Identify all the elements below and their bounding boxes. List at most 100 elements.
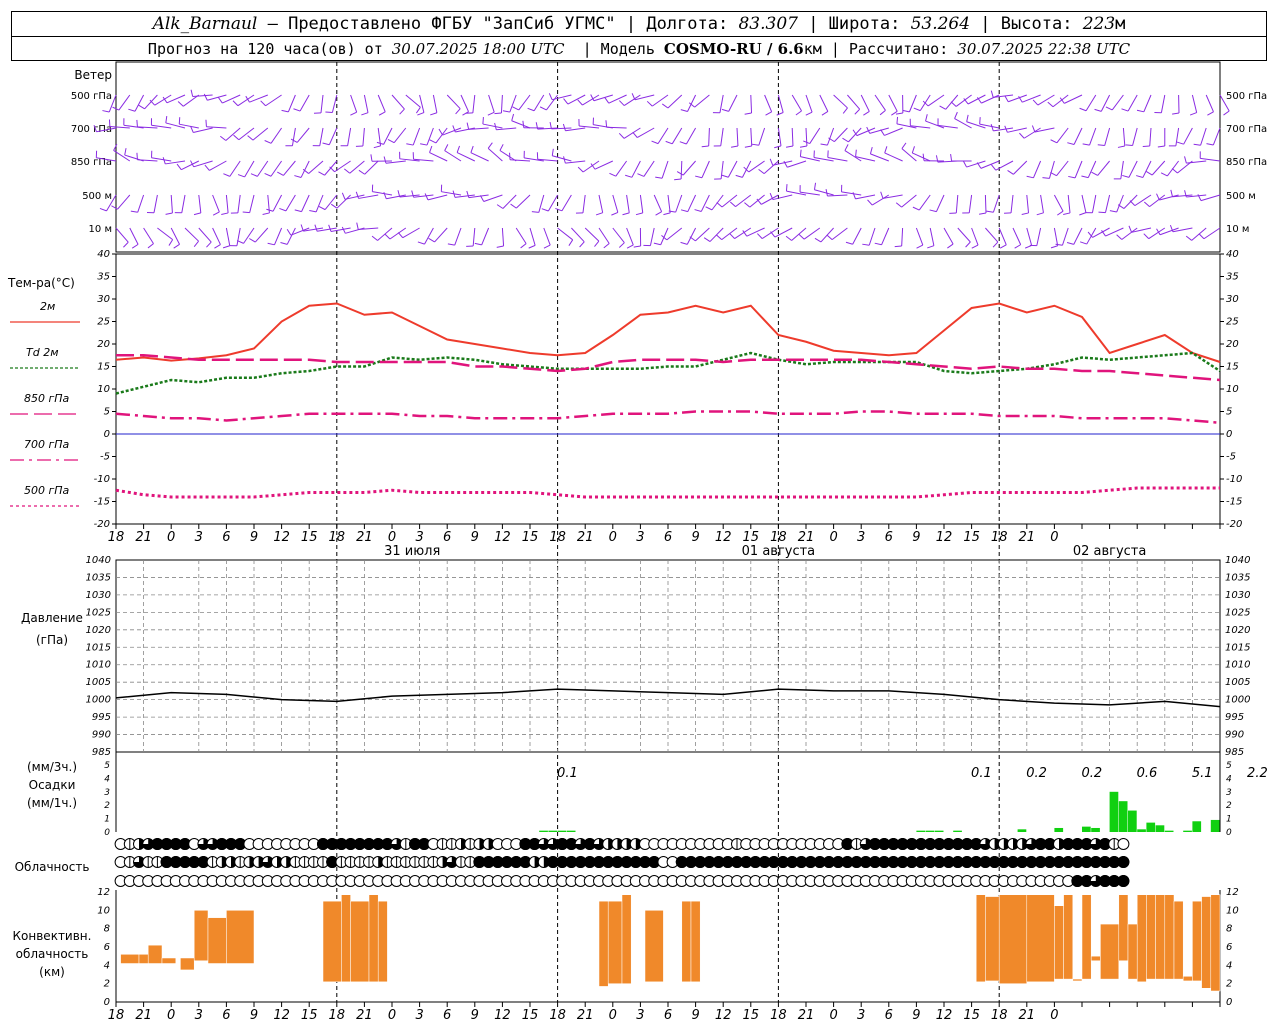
- wind-barb-shaft: [598, 194, 604, 213]
- wind-barb-feather: [979, 212, 987, 215]
- x-tick-label: 12: [494, 1008, 511, 1023]
- wind-barb-shaft: [957, 227, 971, 243]
- temp-legend-label: Td 2м: [26, 346, 59, 359]
- wind-barb-shaft: [643, 160, 655, 177]
- temp-y-label: -5: [100, 452, 110, 463]
- wind-barb-shaft: [270, 127, 283, 144]
- conv-cloud-bar: [1090, 955, 1101, 962]
- x-tick-label: 9: [912, 1008, 920, 1023]
- wind-barb-shaft: [871, 194, 890, 206]
- wind-barb-shaft: [144, 94, 158, 110]
- wind-barb-feather: [880, 191, 884, 199]
- wind-barb-feather: [176, 163, 182, 170]
- wind-barb-feather: [264, 140, 272, 144]
- conv-y-label: 8: [1226, 924, 1232, 935]
- wind-barb-shaft: [881, 227, 890, 245]
- pressure-y-label: 985: [1225, 747, 1244, 758]
- x-tick-label: 9: [250, 530, 258, 545]
- precip-total-label: 0.1: [557, 766, 578, 781]
- wind-barb-shaft: [518, 94, 531, 111]
- pressure-y-label: 1035: [1225, 572, 1250, 583]
- wind-barb-feather: [1129, 200, 1136, 206]
- x-tick-label: 12: [936, 1008, 953, 1023]
- wind-barb-shaft: [901, 148, 917, 162]
- wind-barb-shaft: [470, 152, 489, 162]
- wind-barb-feather: [568, 239, 574, 246]
- wind-barb-shaft: [660, 227, 669, 245]
- wind-barb-shaft: [441, 191, 462, 196]
- wind-barb-feather: [814, 237, 822, 243]
- wind-barb-feather: [867, 199, 873, 206]
- wind-barb-shaft: [552, 155, 572, 162]
- wind-barb-shaft: [727, 160, 738, 178]
- wind-barb-feather: [869, 146, 873, 155]
- wind-barb-shaft: [565, 160, 586, 164]
- wind-barb-shaft: [841, 191, 862, 196]
- conv-cloud-bar: [350, 900, 370, 983]
- wind-barb-feather: [862, 243, 870, 246]
- conv-panel-title: Конвективн.: [13, 929, 92, 943]
- wind-barb-shaft: [184, 227, 199, 242]
- wind-barb-feather: [1198, 233, 1205, 240]
- temp-series-line-t500: [115, 486, 1220, 499]
- wind-barb-shaft: [711, 194, 724, 211]
- temp-series-line-t2m: [115, 302, 1221, 363]
- wind-barb-feather: [221, 212, 229, 216]
- precip-bar: [539, 830, 548, 832]
- wind-barb-shaft: [1081, 194, 1087, 213]
- wind-barb-feather: [785, 235, 792, 241]
- wind-barb-feather: [929, 209, 937, 213]
- temp-y-label: -20: [1226, 519, 1242, 530]
- wind-barb-feather: [330, 203, 338, 209]
- conv-cloud-bar: [1164, 894, 1175, 980]
- wind-barb-feather: [455, 108, 461, 115]
- wind-barb-feather: [1057, 210, 1064, 216]
- x-tick-label: 9: [691, 1008, 699, 1023]
- conv-y-label: 0: [1226, 997, 1232, 1008]
- wind-barb-feather: [447, 243, 455, 246]
- conv-cloud-bar: [621, 894, 632, 984]
- wind-barb-feather: [880, 129, 885, 136]
- wind-barb-feather: [456, 145, 461, 153]
- wind-barb-shaft: [636, 127, 655, 138]
- wind-barb-feather: [205, 119, 207, 127]
- temp-y-label: 10: [1226, 384, 1239, 395]
- x-tick-label: 9: [471, 1008, 479, 1023]
- wind-level-label-left: 850 гПа: [71, 157, 112, 168]
- conv-y-label: 10: [1226, 905, 1239, 916]
- wind-barb-feather: [1157, 145, 1165, 148]
- wind-barb-shaft: [831, 227, 848, 241]
- wind-barb-shaft: [805, 127, 808, 147]
- wind-barb-feather: [223, 173, 231, 177]
- wind-barb-feather: [520, 243, 527, 249]
- precip-total-label: 0.6: [1137, 766, 1158, 781]
- wind-barb-shaft: [652, 94, 669, 107]
- wind-barb-feather: [555, 207, 563, 212]
- wind-barb-feather: [695, 175, 703, 179]
- x-tick-label: 3: [415, 530, 423, 545]
- wind-barb-shaft: [315, 194, 324, 213]
- temp-series-line-t700: [115, 410, 1221, 424]
- pressure-y-label: 1020: [1225, 625, 1250, 636]
- wind-barb-feather: [1145, 171, 1153, 176]
- x-tick-label: 0: [167, 530, 175, 545]
- pressure-y-label: 1005: [86, 677, 111, 688]
- wind-barb-shaft: [460, 94, 470, 112]
- wind-barb-feather: [563, 98, 569, 105]
- precip-unit-1h: (мм/1ч.): [27, 796, 77, 810]
- wind-barb-feather: [1007, 170, 1014, 175]
- wind-barb-feather: [1105, 106, 1113, 111]
- conv-panel-subtitle: облачность: [16, 947, 89, 961]
- temp-y-label: 5: [1226, 407, 1232, 418]
- wind-barb-feather: [1128, 225, 1133, 233]
- wind-barb-feather: [541, 208, 549, 212]
- wind-barb-shaft: [212, 227, 221, 245]
- wind-barb-feather: [286, 228, 292, 236]
- wind-barb-shaft: [764, 94, 773, 113]
- wind-barb-shaft: [349, 160, 365, 174]
- conv-y-label: 4: [104, 960, 110, 971]
- temp-y-label: 0: [104, 429, 110, 440]
- x-tick-label: 3: [195, 1008, 203, 1023]
- conv-panel-unit: (км): [39, 965, 65, 979]
- wind-barb-feather: [1136, 175, 1144, 178]
